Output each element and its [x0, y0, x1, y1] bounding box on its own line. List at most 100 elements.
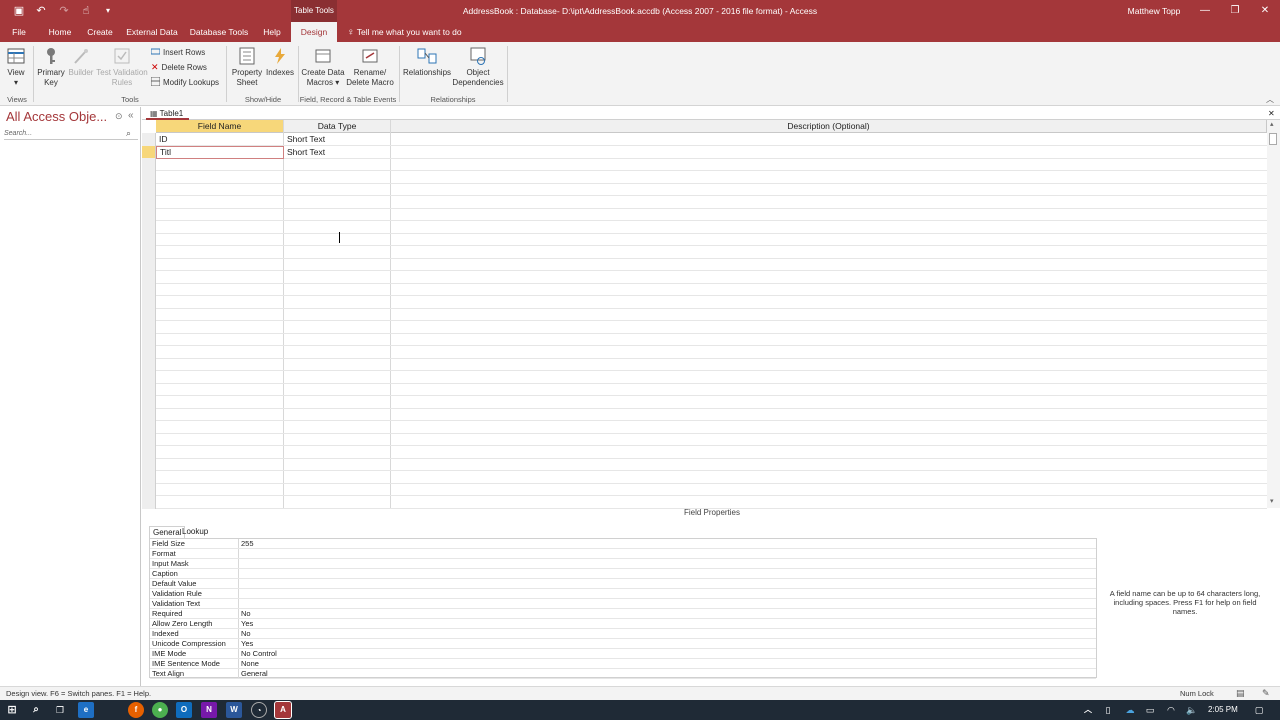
table-row[interactable]: [156, 433, 1267, 446]
property-row[interactable]: Default Value: [150, 579, 1096, 589]
firefox-icon[interactable]: f: [128, 702, 144, 718]
document-tab-table1[interactable]: ▦ Table1: [146, 107, 190, 120]
nav-menu-icon[interactable]: ⊙: [115, 111, 123, 122]
tab-database-tools[interactable]: Database Tools: [187, 22, 251, 42]
field-name-cell[interactable]: Titl: [156, 145, 284, 159]
row-selector[interactable]: [142, 345, 156, 359]
table-row[interactable]: ID Short Text: [156, 133, 1267, 146]
undo-icon[interactable]: ↶: [33, 3, 49, 19]
windows-start-icon[interactable]: ⊞: [4, 702, 20, 718]
row-selector[interactable]: [142, 220, 156, 234]
create-data-macros-button[interactable]: Create Data Macros ▾: [301, 46, 345, 88]
property-value[interactable]: No: [241, 629, 251, 639]
task-view-icon[interactable]: ❐: [52, 702, 68, 718]
table-row[interactable]: [156, 208, 1267, 221]
column-header-field-name[interactable]: Field Name: [156, 120, 284, 133]
scroll-thumb[interactable]: [1269, 133, 1277, 145]
table-row[interactable]: [156, 471, 1267, 484]
volume-icon[interactable]: 🔈: [1184, 702, 1200, 718]
property-value[interactable]: General: [241, 669, 268, 679]
restore-button[interactable]: ❐: [1220, 0, 1250, 22]
property-row[interactable]: Text Align General: [150, 669, 1096, 679]
wifi-icon[interactable]: ◠: [1163, 702, 1179, 718]
close-document-icon[interactable]: ✕: [1268, 107, 1275, 120]
scroll-up-icon[interactable]: ▴: [1270, 120, 1274, 128]
property-row[interactable]: IME Mode No Control: [150, 649, 1096, 659]
row-selector[interactable]: [142, 295, 156, 309]
view-button[interactable]: View ▾: [4, 46, 28, 88]
table-row[interactable]: [156, 371, 1267, 384]
search-icon[interactable]: ⌕: [28, 702, 44, 718]
table-row[interactable]: [156, 196, 1267, 209]
builder-button[interactable]: Builder: [67, 46, 95, 78]
table-row[interactable]: [156, 408, 1267, 421]
indexes-button[interactable]: Indexes: [265, 46, 295, 78]
minimize-button[interactable]: —: [1190, 0, 1220, 22]
shutter-bar-close-icon[interactable]: «: [128, 110, 134, 121]
table-row[interactable]: [156, 283, 1267, 296]
row-selector[interactable]: [142, 183, 156, 196]
table-row[interactable]: [156, 158, 1267, 171]
notifications-icon[interactable]: ▢: [1251, 702, 1267, 718]
chrome-icon[interactable]: ●: [152, 702, 168, 718]
row-selector[interactable]: [142, 495, 156, 509]
row-selector[interactable]: [142, 133, 156, 146]
row-selector[interactable]: [142, 308, 156, 321]
outlook-icon[interactable]: O: [176, 702, 192, 718]
row-selector[interactable]: [142, 458, 156, 471]
row-selector[interactable]: [142, 158, 156, 171]
scroll-down-icon[interactable]: ▾: [1270, 497, 1274, 505]
description-cell[interactable]: [391, 146, 1267, 159]
row-selector[interactable]: [142, 420, 156, 434]
tell-me-search[interactable]: ♀ Tell me what you want to do: [347, 22, 462, 43]
battery-icon[interactable]: ▯: [1100, 702, 1116, 718]
tab-help[interactable]: Help: [257, 22, 287, 42]
property-sheet-button[interactable]: Property Sheet: [230, 46, 264, 88]
table-row[interactable]: Titl Short Text: [156, 145, 1267, 159]
column-header-data-type[interactable]: Data Type: [284, 120, 391, 133]
tab-file[interactable]: File: [6, 22, 32, 42]
table-row[interactable]: [156, 458, 1267, 471]
touch-mode-icon[interactable]: ☝: [78, 3, 94, 19]
row-selector[interactable]: [142, 370, 156, 384]
row-selector[interactable]: [142, 433, 156, 446]
row-selector[interactable]: [142, 445, 156, 459]
table-row[interactable]: [156, 321, 1267, 334]
table-row[interactable]: [156, 183, 1267, 196]
row-selector[interactable]: [142, 358, 156, 371]
row-selector[interactable]: [142, 470, 156, 484]
tab-external-data[interactable]: External Data: [122, 22, 182, 42]
row-selector[interactable]: [142, 283, 156, 296]
property-row[interactable]: Input Mask: [150, 559, 1096, 569]
nav-pane-title[interactable]: All Access Obje...: [6, 109, 107, 124]
property-row[interactable]: Caption: [150, 569, 1096, 579]
table-row[interactable]: [156, 496, 1267, 509]
table-row[interactable]: [156, 221, 1267, 234]
property-value[interactable]: No Control: [241, 649, 277, 659]
network-icon[interactable]: ▭: [1142, 702, 1158, 718]
table-row[interactable]: [156, 383, 1267, 396]
table-row[interactable]: [156, 421, 1267, 434]
close-button[interactable]: ✕: [1250, 0, 1280, 22]
onenote-icon[interactable]: N: [201, 702, 217, 718]
row-selector[interactable]: [142, 320, 156, 334]
datasheet-view-switch-icon[interactable]: ▤: [1236, 687, 1245, 700]
customize-toolbar-icon[interactable]: ▾: [100, 3, 116, 19]
property-value[interactable]: 255: [241, 539, 254, 549]
row-selector[interactable]: [142, 333, 156, 346]
table-row[interactable]: [156, 308, 1267, 321]
table-row[interactable]: [156, 271, 1267, 284]
table-row[interactable]: [156, 358, 1267, 371]
save-icon[interactable]: ▣: [11, 3, 27, 19]
table-row[interactable]: [156, 333, 1267, 346]
property-row[interactable]: Allow Zero Length Yes: [150, 619, 1096, 629]
table-row[interactable]: [156, 171, 1267, 184]
property-row[interactable]: Unicode Compression Yes: [150, 639, 1096, 649]
delete-rows-button[interactable]: ✕ Delete Rows: [151, 62, 207, 73]
data-type-cell[interactable]: Short Text: [284, 146, 391, 159]
modify-lookups-button[interactable]: Modify Lookups: [151, 77, 219, 88]
grid-scrollbar[interactable]: ▴ ▾: [1267, 120, 1280, 508]
insert-rows-button[interactable]: Insert Rows: [151, 47, 205, 58]
redo-icon[interactable]: ↷: [56, 3, 72, 19]
test-validation-rules-button[interactable]: Test Validation Rules: [96, 46, 148, 88]
